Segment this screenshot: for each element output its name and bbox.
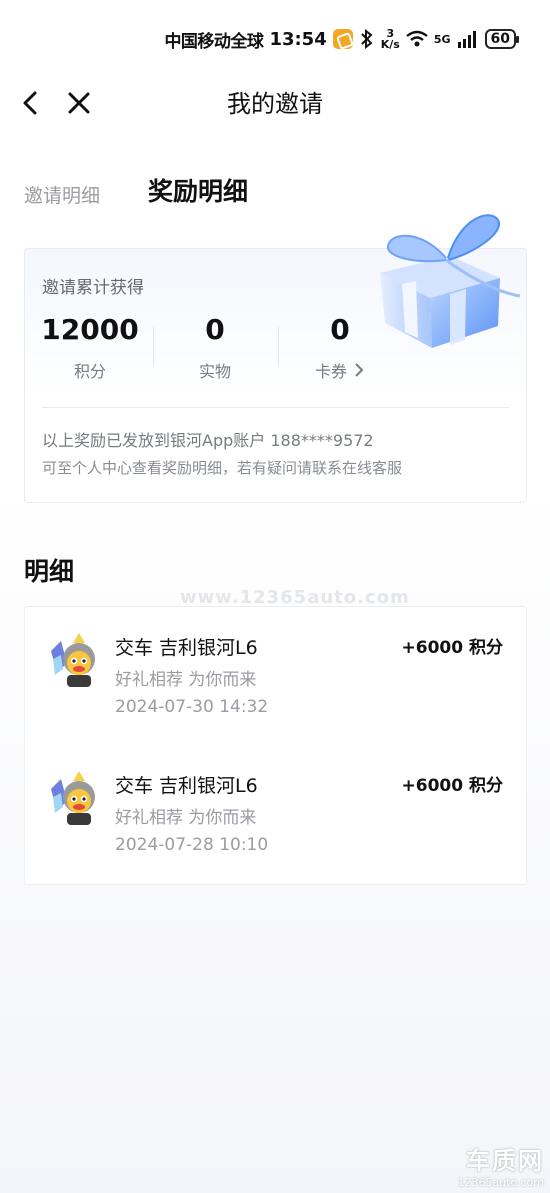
watermark: www.12365auto.com [180,587,410,608]
divider [42,407,509,408]
nav-bar: 我的邀请 [0,78,550,126]
carrier-label: 中国移动全球 [164,31,264,52]
summary-label: 邀请累计获得 [42,278,144,298]
clock: 13:54 [269,28,327,50]
list-item[interactable]: 交车 吉利银河L6 好礼相荐 为你而来 2024-07-28 10:10 +60… [25,747,528,867]
record-title: 交车 吉利银河L6 [115,775,258,797]
network-type: 5G [433,32,451,46]
stat-points: 12000 积分 [28,313,152,382]
stat-physical: 0 实物 [153,313,277,382]
avatar [51,771,95,825]
net-speed-unit: K/s [380,38,400,51]
avatar [51,633,95,687]
record-title: 交车 吉利银河L6 [115,637,258,659]
record-points: +6000 积分 [401,776,503,796]
tab-bar: 邀请明细 奖励明细 [24,172,248,208]
brand-name: 车质网 [466,1147,544,1175]
record-time: 2024-07-28 10:10 [115,835,269,855]
record-points: +6000 积分 [401,638,503,658]
status-bar: 中国移动全球 13:54 3 K/s 5G 60 [164,24,520,54]
stat-coupons-unit: 卡券 [314,362,347,381]
brand-watermark: 车质网 12365auto.com [457,1141,544,1189]
detail-section-title: 明细 [24,557,75,586]
help-note: 可至个人中心查看奖励明细，若有疑问请联系在线客服 [42,459,403,477]
battery-indicator: 60 [484,29,520,49]
net-speed: 3 K/s [381,28,400,50]
chevron-right-icon [355,363,364,377]
tab-reward-details[interactable]: 奖励明细 [148,172,248,208]
signal-icon [457,31,476,48]
record-time: 2024-07-30 14:32 [115,697,269,717]
account-note: 以上奖励已发放到银河App账户 188****9572 [42,431,374,450]
page-title: 我的邀请 [227,90,323,118]
list-item[interactable]: 交车 吉利银河L6 好礼相荐 为你而来 2024-07-30 14:32 +60… [25,609,528,729]
bluetooth-icon [361,29,373,49]
gift-box-icon [380,214,521,348]
app-notification-icon [332,29,353,49]
record-subtitle: 好礼相荐 为你而来 [115,808,257,828]
stat-points-value: 12000 [41,313,139,346]
stat-physical-unit: 实物 [198,362,231,381]
wifi-icon [406,30,428,47]
brand-url: 12365auto.com [457,1176,544,1189]
stat-physical-value: 0 [205,313,225,346]
detail-list: 交车 吉利银河L6 好礼相荐 为你而来 2024-07-30 14:32 +60… [24,606,527,885]
record-subtitle: 好礼相荐 为你而来 [115,670,257,690]
stat-points-unit: 积分 [73,362,106,381]
tab-invite-details[interactable]: 邀请明细 [24,181,100,208]
